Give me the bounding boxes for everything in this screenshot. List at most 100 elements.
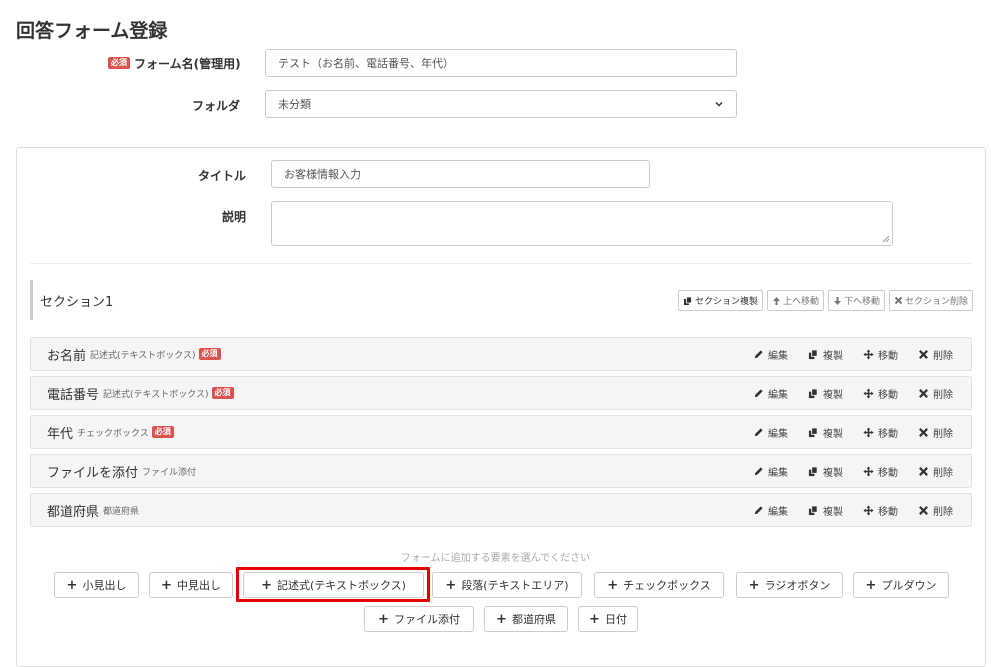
question-actions: 編集 複製 移動 削除: [753, 494, 953, 526]
question-copy-label: 複製: [823, 350, 843, 362]
question-edit-button[interactable]: 編集: [753, 347, 788, 362]
question-move-button[interactable]: 移動: [863, 503, 898, 518]
copy-icon: [808, 387, 818, 398]
required-badge: 必須: [211, 387, 234, 399]
add-checkbox-button[interactable]: + チェックボックス: [594, 572, 724, 598]
pencil-icon: [754, 466, 763, 475]
description-textarea[interactable]: [271, 201, 893, 246]
plus-icon: +: [496, 611, 507, 627]
folder-label: フォルダ: [191, 99, 240, 113]
question-copy-button[interactable]: 複製: [808, 347, 843, 362]
add-small-heading-button[interactable]: + 小見出し: [54, 572, 139, 598]
question-edit-button[interactable]: 編集: [753, 425, 788, 440]
add-pulldown-label: プルダウン: [881, 579, 937, 592]
section-move-down-label: 下へ移動: [843, 297, 880, 307]
form-name-label: フォーム名(管理用): [134, 56, 241, 71]
question-copy-button[interactable]: 複製: [808, 503, 843, 518]
section-move-up-label: 上へ移動: [782, 297, 819, 307]
move-icon: [863, 504, 874, 516]
question-delete-label: 削除: [933, 506, 953, 518]
pencil-icon: [754, 505, 763, 514]
question-row[interactable]: 電話番号 記述式(テキストボックス) 必須 編集 複製 移動 削除: [30, 376, 972, 410]
question-row[interactable]: ファイルを添付 ファイル添付 編集 複製 移動 削除: [30, 454, 972, 488]
resize-grip-icon[interactable]: [882, 235, 890, 243]
question-move-label: 移動: [878, 428, 898, 440]
add-medium-heading-button[interactable]: + 中見出し: [149, 572, 233, 598]
question-move-button[interactable]: 移動: [863, 386, 898, 401]
question-delete-label: 削除: [933, 350, 953, 362]
question-row[interactable]: お名前 記述式(テキストボックス) 必須 編集 複製 移動 削除: [30, 337, 972, 371]
add-textarea-label: 段落(テキストエリア): [461, 579, 569, 592]
form-name-label-group: 必須 フォーム名(管理用): [108, 49, 241, 77]
add-pulldown-button[interactable]: + プルダウン: [853, 572, 949, 598]
question-edit-label: 編集: [768, 389, 788, 401]
question-delete-button[interactable]: 削除: [918, 425, 953, 440]
question-title: 都道府県: [47, 504, 100, 520]
question-move-label: 移動: [878, 389, 898, 401]
arrow-down-icon: [833, 296, 841, 305]
question-edit-button[interactable]: 編集: [753, 503, 788, 518]
section-move-up-button[interactable]: 上へ移動: [766, 290, 824, 311]
section-move-down-button[interactable]: 下へ移動: [827, 290, 885, 311]
question-type: 都道府県: [103, 506, 140, 517]
question-actions: 編集 複製 移動 削除: [753, 416, 953, 448]
question-delete-button[interactable]: 削除: [918, 464, 953, 479]
copy-icon: [808, 426, 818, 437]
question-delete-button[interactable]: 削除: [918, 386, 953, 401]
close-icon: [919, 349, 928, 359]
question-actions: 編集 複製 移動 削除: [753, 377, 953, 409]
required-badge: 必須: [108, 57, 130, 69]
question-title: 電話番号: [47, 387, 100, 403]
add-prefecture-label: 都道府県: [511, 613, 556, 626]
section-marker: [30, 280, 33, 320]
question-row[interactable]: 年代 チェックボックス 必須 編集 複製 移動 削除: [30, 415, 972, 449]
question-move-button[interactable]: 移動: [863, 425, 898, 440]
highlight-frame: [236, 567, 430, 602]
move-icon: [863, 426, 874, 438]
title-input[interactable]: お客様情報入力: [271, 160, 650, 188]
question-edit-button[interactable]: 編集: [753, 464, 788, 479]
section-name: セクション1: [40, 295, 114, 310]
question-delete-button[interactable]: 削除: [918, 503, 953, 518]
add-medium-heading-label: 中見出し: [176, 579, 221, 592]
question-delete-label: 削除: [933, 467, 953, 479]
question-delete-label: 削除: [933, 428, 953, 440]
question-row[interactable]: 都道府県 都道府県 編集 複製 移動 削除: [30, 493, 972, 527]
plus-icon: +: [378, 611, 389, 627]
question-type: 記述式(テキストボックス): [103, 389, 209, 400]
folder-select[interactable]: 未分類: [265, 90, 737, 118]
description-label: 説明: [221, 210, 246, 224]
section-copy-button[interactable]: セクション複製: [677, 290, 763, 311]
question-edit-label: 編集: [768, 506, 788, 518]
add-prefecture-button[interactable]: + 都道府県: [484, 606, 568, 632]
question-actions: 編集 複製 移動 削除: [753, 338, 953, 370]
question-move-label: 移動: [878, 350, 898, 362]
add-date-button[interactable]: + 日付: [578, 606, 638, 632]
divider: [30, 263, 972, 264]
required-badge: 必須: [198, 348, 221, 360]
form-name-input[interactable]: テスト（お名前、電話番号、年代）: [265, 49, 737, 77]
question-copy-button[interactable]: 複製: [808, 464, 843, 479]
question-type: ファイル添付: [142, 467, 197, 478]
plus-icon: +: [589, 611, 600, 627]
page-title: 回答フォーム登録: [16, 20, 168, 42]
section-copy-label: セクション複製: [694, 297, 758, 307]
move-icon: [863, 465, 874, 477]
question-edit-label: 編集: [768, 467, 788, 479]
add-radio-button[interactable]: + ラジオボタン: [736, 572, 843, 598]
add-file-label: ファイル添付: [393, 613, 460, 626]
question-delete-label: 削除: [933, 389, 953, 401]
close-icon: [894, 296, 903, 305]
add-file-button[interactable]: + ファイル添付: [364, 606, 474, 632]
add-textarea-button[interactable]: + 段落(テキストエリア): [432, 572, 582, 598]
pencil-icon: [754, 349, 763, 358]
question-type: チェックボックス: [77, 428, 149, 439]
question-edit-button[interactable]: 編集: [753, 386, 788, 401]
question-delete-button[interactable]: 削除: [918, 347, 953, 362]
question-move-button[interactable]: 移動: [863, 464, 898, 479]
question-title: ファイルを添付: [47, 465, 139, 481]
section-delete-button[interactable]: セクション削除: [888, 290, 973, 311]
question-move-button[interactable]: 移動: [863, 347, 898, 362]
question-copy-button[interactable]: 複製: [808, 386, 843, 401]
question-copy-button[interactable]: 複製: [808, 425, 843, 440]
